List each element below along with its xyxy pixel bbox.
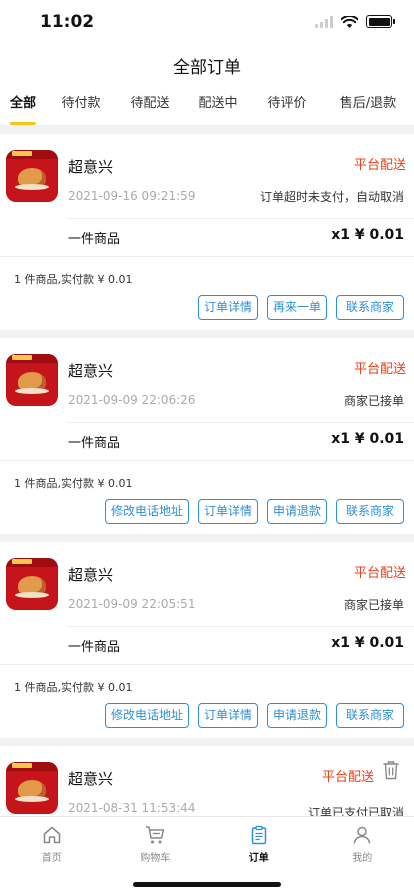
delivery-type: 平台配送 (353, 362, 406, 377)
tabbar-home[interactable]: 首页 (0, 817, 104, 896)
home-icon (43, 826, 60, 844)
order-tabs: 全部 待付款 待配送 配送中 待评价 售后/退款 (0, 88, 414, 126)
cart-icon (146, 826, 165, 844)
nav-bar: 全部订单 (0, 48, 414, 88)
payment-summary: 1 件商品,实付款 ¥ 0.01 (14, 681, 133, 694)
status-icons (315, 15, 395, 28)
order-card[interactable]: 超意兴 平台配送 2021-09-09 22:05:51 商家已接单 一件商品 … (0, 542, 414, 738)
order-time: 2021-08-31 11:53:44 (68, 801, 196, 815)
order-price: x1 ¥ 0.01 (331, 431, 404, 447)
divider (66, 626, 414, 627)
request-refund-button[interactable]: 申请退款 (266, 703, 327, 728)
order-icon (251, 825, 266, 845)
divider (66, 422, 414, 423)
tabbar-label: 我的 (352, 853, 373, 864)
status-bar: 11:02 (0, 0, 414, 48)
battery-icon (366, 15, 395, 28)
home-indicator (133, 882, 281, 887)
goods-label: 一件商品 (68, 232, 121, 247)
status-time: 11:02 (40, 12, 95, 32)
order-status: 订单超时未支付，自动取消 (259, 190, 404, 204)
contact-merchant-button[interactable]: 联系商家 (335, 295, 404, 320)
reorder-button[interactable]: 再来一单 (266, 295, 327, 320)
wifi-icon (341, 15, 358, 28)
tab-pending-delivery[interactable]: 待配送 (116, 88, 184, 125)
divider (66, 218, 414, 219)
order-status: 商家已接单 (343, 394, 404, 408)
goods-label: 一件商品 (68, 640, 121, 655)
order-price: x1 ¥ 0.01 (331, 227, 404, 243)
edit-address-button[interactable]: 修改电话地址 (104, 499, 189, 524)
order-detail-button[interactable]: 订单详情 (197, 703, 258, 728)
order-card[interactable]: 超意兴 平台配送 2021-08-31 11:53:44 订单已支付已取消 (0, 746, 414, 816)
order-price: x1 ¥ 0.01 (331, 635, 404, 651)
request-refund-button[interactable]: 申请退款 (266, 499, 327, 524)
shop-name: 超意兴 (68, 362, 114, 380)
shop-name: 超意兴 (68, 566, 114, 584)
contact-merchant-button[interactable]: 联系商家 (335, 703, 404, 728)
delivery-type: 平台配送 (353, 158, 406, 173)
order-status: 商家已接单 (343, 598, 404, 612)
order-actions: 修改电话地址 订单详情 申请退款 联系商家 (104, 499, 404, 524)
goods-label: 一件商品 (68, 436, 121, 451)
shop-logo (6, 558, 58, 610)
edit-address-button[interactable]: 修改电话地址 (104, 703, 189, 728)
trash-icon[interactable] (382, 760, 400, 780)
tabbar-label: 购物车 (140, 853, 171, 864)
shop-name: 超意兴 (68, 770, 114, 788)
shop-logo (6, 762, 58, 814)
order-actions: 订单详情 再来一单 联系商家 (197, 295, 404, 320)
tab-pending-payment[interactable]: 待付款 (46, 88, 116, 125)
payment-summary: 1 件商品,实付款 ¥ 0.01 (14, 477, 133, 490)
signal-icon (315, 15, 333, 28)
tabbar-profile[interactable]: 我的 (311, 817, 414, 896)
order-card[interactable]: 超意兴 平台配送 2021-09-16 09:21:59 订单超时未支付，自动取… (0, 134, 414, 330)
tabbar-label: 订单 (248, 853, 269, 864)
tabbar-label: 首页 (41, 853, 62, 864)
order-card[interactable]: 超意兴 平台配送 2021-09-09 22:06:26 商家已接单 一件商品 … (0, 338, 414, 534)
order-list: 超意兴 平台配送 2021-09-16 09:21:59 订单超时未支付，自动取… (0, 126, 414, 816)
delivery-type: 平台配送 (321, 770, 374, 785)
contact-merchant-button[interactable]: 联系商家 (335, 499, 404, 524)
tab-all[interactable]: 全部 (0, 88, 46, 125)
order-status: 订单已支付已取消 (307, 806, 404, 816)
delivery-type: 平台配送 (353, 566, 406, 581)
page-title: 全部订单 (173, 58, 241, 78)
tab-after-sales[interactable]: 售后/退款 (322, 88, 414, 125)
order-detail-button[interactable]: 订单详情 (197, 295, 258, 320)
order-actions: 修改电话地址 订单详情 申请退款 联系商家 (104, 703, 404, 728)
order-detail-button[interactable]: 订单详情 (197, 499, 258, 524)
shop-name: 超意兴 (68, 158, 114, 176)
shop-logo (6, 354, 58, 406)
tab-delivering[interactable]: 配送中 (184, 88, 252, 125)
shop-logo (6, 150, 58, 202)
profile-icon (354, 826, 371, 844)
payment-summary: 1 件商品,实付款 ¥ 0.01 (14, 273, 133, 286)
order-time: 2021-09-09 22:05:51 (68, 597, 196, 611)
order-time: 2021-09-09 22:06:26 (68, 393, 196, 407)
tab-pending-review[interactable]: 待评价 (252, 88, 322, 125)
order-time: 2021-09-16 09:21:59 (68, 189, 196, 203)
